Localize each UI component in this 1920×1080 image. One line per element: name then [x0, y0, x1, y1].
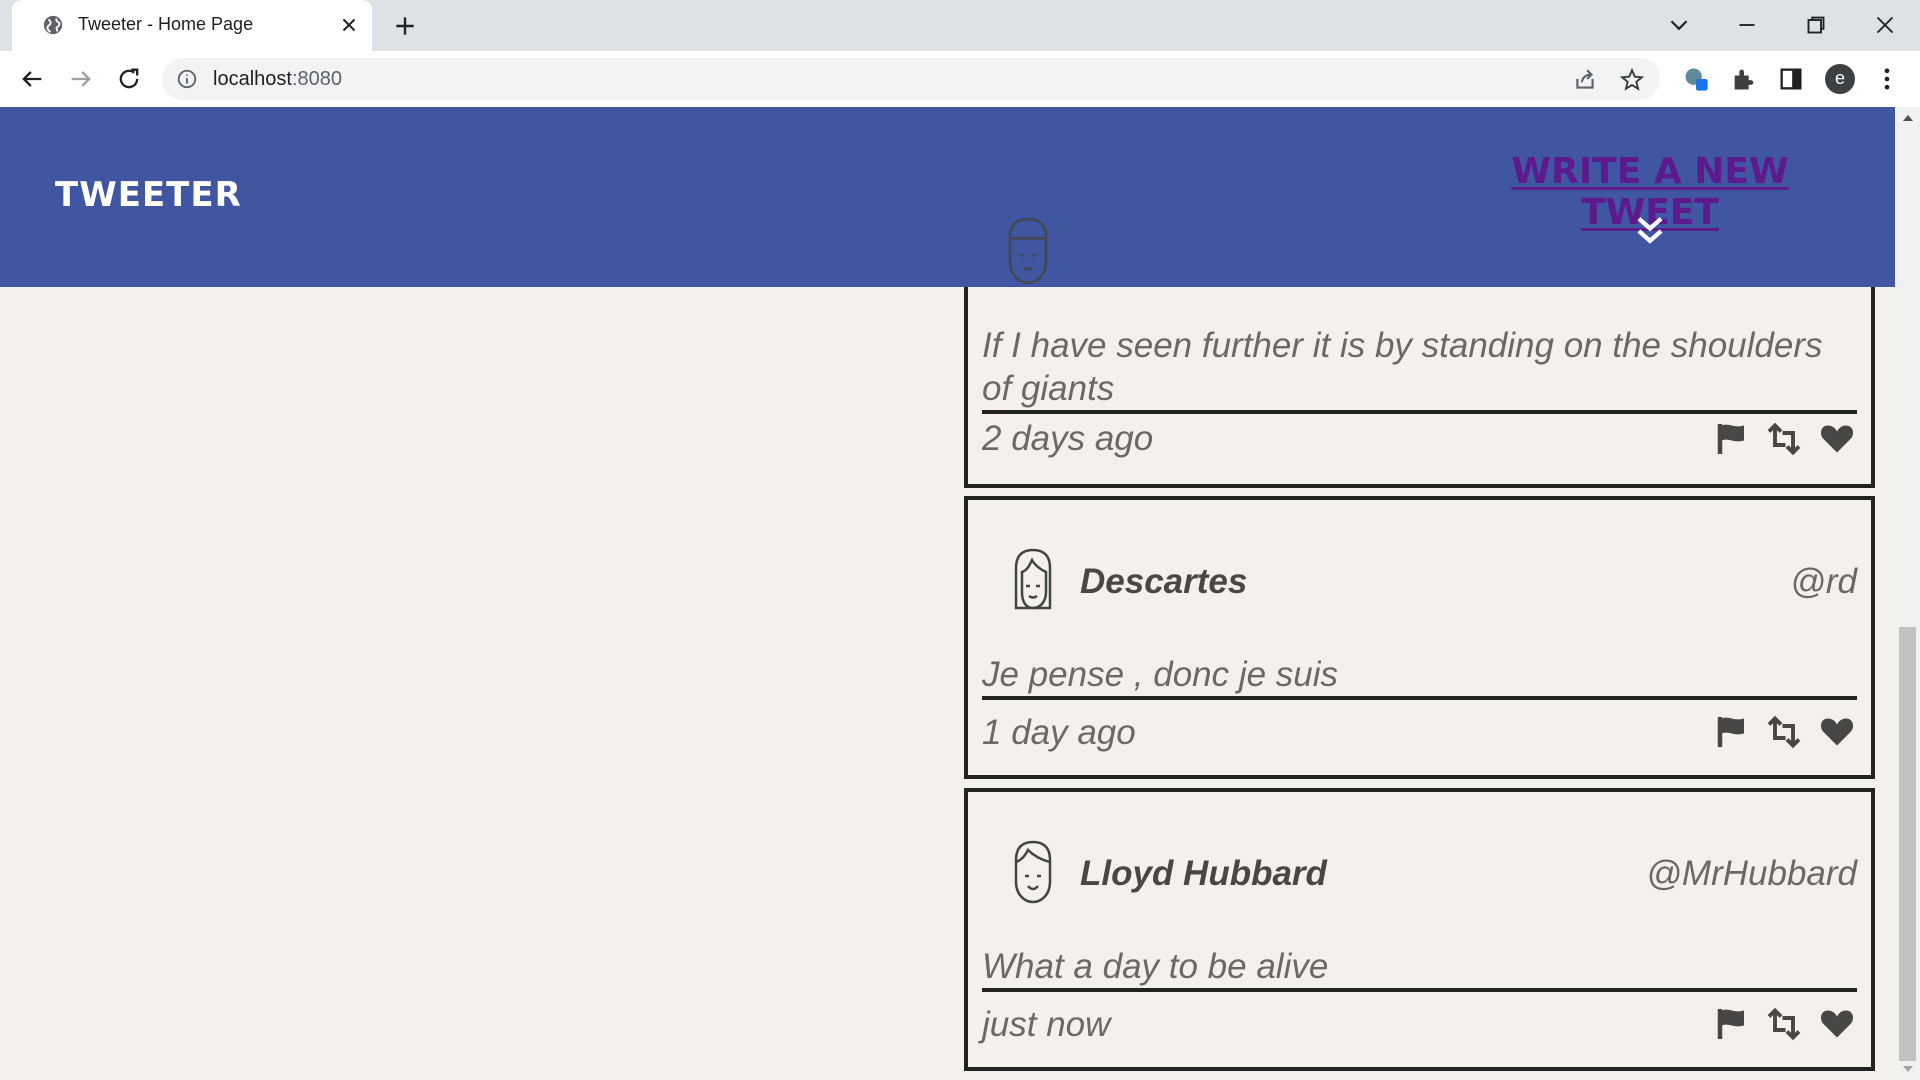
tweet-card: Lloyd Hubbard @MrHubbard What a day to b…	[964, 788, 1875, 1071]
user-avatar-icon	[1014, 840, 1052, 904]
double-chevron-down-icon[interactable]	[1635, 215, 1665, 247]
tweet-time: 2 days ago	[982, 419, 1154, 458]
new-tab-icon[interactable]	[392, 13, 418, 39]
side-panel-icon[interactable]	[1777, 65, 1805, 93]
minimize-icon[interactable]	[1732, 10, 1762, 40]
extension-badge-icon[interactable]	[1682, 65, 1710, 93]
tweet-time: 1 day ago	[982, 713, 1136, 752]
tweet-text: Je pense , donc je suis	[982, 653, 1857, 700]
site-info-icon[interactable]	[176, 68, 198, 90]
tweet-author-handle: @rd	[1790, 562, 1857, 601]
heart-icon[interactable]	[1817, 1006, 1857, 1042]
flag-icon[interactable]	[1712, 421, 1752, 457]
more-menu-icon[interactable]	[1873, 65, 1901, 93]
retweet-icon[interactable]	[1764, 714, 1804, 750]
reload-icon[interactable]	[115, 65, 143, 93]
close-window-icon[interactable]	[1870, 10, 1900, 40]
user-avatar-icon	[1014, 548, 1052, 610]
user-avatar-icon	[1008, 217, 1048, 285]
forward-arrow-icon[interactable]	[67, 65, 95, 93]
browser-toolbar: localhost:8080 e	[0, 51, 1920, 108]
retweet-icon[interactable]	[1764, 421, 1804, 457]
scrollbar-thumb[interactable]	[1899, 627, 1916, 1061]
bookmark-star-icon[interactable]	[1619, 67, 1645, 93]
heart-icon[interactable]	[1817, 714, 1857, 750]
tweet-card: Descartes @rd Je pense , donc je suis 1 …	[964, 496, 1875, 779]
url-port: :8080	[291, 68, 342, 90]
scroll-up-arrow-icon[interactable]	[1902, 113, 1914, 123]
address-bar[interactable]: localhost:8080	[162, 58, 1660, 100]
retweet-icon[interactable]	[1764, 1006, 1804, 1042]
back-arrow-icon[interactable]	[18, 65, 46, 93]
close-tab-icon[interactable]	[338, 14, 360, 36]
tab-search-chevron-icon[interactable]	[1664, 10, 1694, 40]
globe-icon	[43, 15, 63, 35]
page-viewport: TWEETER WRITE A NEW TWEET If I have seen…	[0, 107, 1920, 1080]
tweet-time: just now	[982, 1005, 1111, 1044]
tweet-text: If I have seen further it is by standing…	[982, 324, 1857, 414]
heart-icon[interactable]	[1817, 421, 1857, 457]
scroll-down-arrow-icon[interactable]	[1902, 1064, 1914, 1074]
brand-title: TWEETER	[55, 175, 242, 215]
flag-icon[interactable]	[1712, 1006, 1752, 1042]
profile-avatar[interactable]: e	[1825, 64, 1855, 94]
tweet-author-name: Descartes	[1080, 562, 1248, 601]
browser-tab-bar: Tweeter - Home Page	[0, 0, 1920, 51]
restore-icon[interactable]	[1801, 10, 1831, 40]
site-header: TWEETER WRITE A NEW TWEET	[0, 107, 1895, 287]
browser-tab[interactable]: Tweeter - Home Page	[12, 0, 372, 51]
url-host: localhost	[213, 68, 292, 90]
tweet-author-handle: @MrHubbard	[1646, 854, 1857, 893]
tweet-text: What a day to be alive	[982, 945, 1857, 992]
tweet-author-name: Lloyd Hubbard	[1080, 854, 1327, 893]
flag-icon[interactable]	[1712, 714, 1752, 750]
tab-title: Tweeter - Home Page	[78, 14, 254, 34]
extensions-puzzle-icon[interactable]	[1730, 65, 1758, 93]
url-text[interactable]: localhost:8080	[213, 68, 342, 91]
share-icon[interactable]	[1572, 67, 1598, 93]
page-scrollbar[interactable]	[1895, 107, 1920, 1080]
